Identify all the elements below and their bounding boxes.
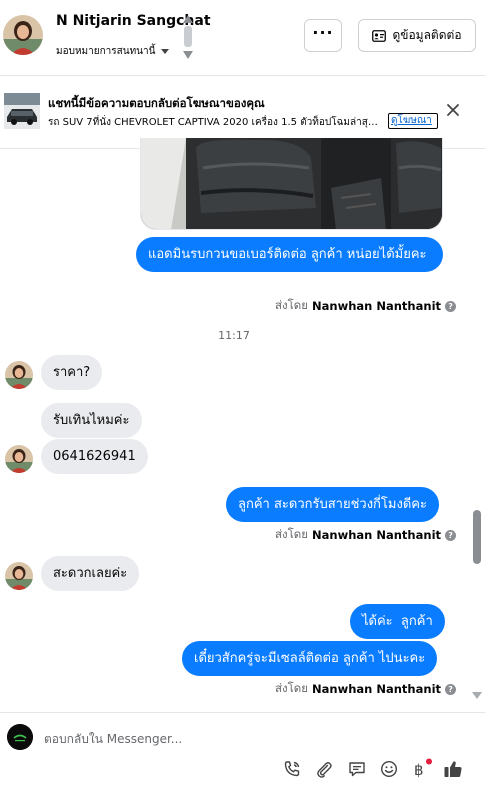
saved-reply-icon	[349, 762, 365, 777]
ad-banner-title: แชทนี้มีข้อความตอบกลับต่อโฆษณาของคุณ	[48, 96, 265, 110]
contact-avatar[interactable]	[5, 445, 33, 473]
call-icon	[284, 761, 300, 777]
more-options-button[interactable]: ···	[304, 19, 342, 52]
contact-avatar[interactable]	[5, 562, 33, 590]
sent-by-prefix: ส่งโดย	[275, 681, 309, 695]
sent-by-prefix: ส่งโดย	[275, 527, 309, 541]
incoming-message[interactable]: ราคา?	[41, 355, 103, 390]
conversation-nav[interactable]	[183, 15, 193, 61]
chevron-up-icon[interactable]	[183, 15, 193, 23]
contact-avatar[interactable]	[5, 361, 33, 389]
chevron-down-icon[interactable]	[183, 51, 193, 59]
sender-name: Nanwhan Nanthanit	[312, 528, 442, 542]
sent-by-label: ส่งโดย Nanwhan Nanthanit ?	[275, 680, 457, 698]
scrollbar-thumb[interactable]	[473, 510, 481, 564]
emoji-button[interactable]	[378, 758, 400, 780]
incoming-message[interactable]: สะดวกเลยค่ะ	[41, 556, 140, 591]
outgoing-message[interactable]: แอดมินรบกวนขอเบอร์ติดต่อ ลูกค้า หน่อยได้…	[136, 237, 443, 272]
message-composer: ฿	[0, 712, 485, 792]
help-icon[interactable]: ?	[445, 300, 457, 312]
sender-name: Nanwhan Nanthanit	[312, 299, 442, 313]
thumbs-up-icon	[444, 761, 462, 777]
image-attachment[interactable]	[140, 138, 443, 230]
sent-by-label: ส่งโดย Nanwhan Nanthanit ?	[275, 526, 457, 544]
ad-description: รถ SUV 7ที่นั่ง CHEVROLET CAPTIVA 2020 เ…	[48, 117, 378, 128]
ad-thumbnail	[4, 93, 40, 129]
view-ad-link[interactable]: ดูโฆษณา	[388, 113, 438, 129]
incoming-message[interactable]: 0641626941	[41, 439, 148, 474]
close-icon[interactable]	[445, 102, 461, 118]
help-icon[interactable]: ?	[445, 683, 457, 695]
page-avatar	[7, 724, 33, 750]
contact-avatar[interactable]	[3, 15, 43, 55]
sender-name: Nanwhan Nanthanit	[312, 682, 442, 696]
reply-input[interactable]	[44, 730, 444, 748]
scrollbar-track[interactable]	[471, 150, 483, 710]
like-button[interactable]	[442, 758, 464, 780]
contact-card-icon	[372, 29, 387, 42]
sent-by-prefix: ส่งโดย	[275, 298, 309, 312]
conversation-header: N Nitjarin Sangchat มอบหมายการสนทนานี้ ·…	[0, 0, 485, 76]
payment-button[interactable]: ฿	[410, 758, 432, 780]
outgoing-message[interactable]: ลูกค้า สะดวกรับสายช่วงกี่โมงดีคะ	[226, 487, 439, 522]
attach-button[interactable]	[313, 758, 335, 780]
assign-conversation-dropdown[interactable]: มอบหมายการสนทนานี้	[56, 44, 170, 59]
outgoing-message[interactable]: ได้ค่ะ ลูกค้า	[350, 604, 445, 639]
saved-replies-button[interactable]	[346, 758, 368, 780]
incoming-message[interactable]: รับเทินไหมค่ะ	[41, 403, 142, 438]
chevron-down-icon	[161, 49, 170, 54]
outgoing-message[interactable]: เดี๋ยวสักครู่จะมีเซลล์ติดต่อ ลูกค้า ไปนะ…	[182, 641, 438, 676]
timestamp: 11:17	[218, 329, 250, 342]
assign-label: มอบหมายการสนทนานี้	[56, 46, 156, 57]
scroll-down-icon[interactable]	[472, 692, 482, 699]
help-icon[interactable]: ?	[445, 529, 457, 541]
view-contact-button[interactable]: ดูข้อมูลติดต่อ	[358, 19, 476, 52]
attachment-icon	[317, 762, 332, 778]
sent-by-label: ส่งโดย Nanwhan Nanthanit ?	[275, 297, 457, 315]
baht-icon: ฿	[414, 758, 432, 779]
view-contact-label: ดูข้อมูลติดต่อ	[392, 28, 462, 42]
nav-divider	[184, 26, 192, 47]
emoji-icon	[380, 760, 398, 778]
svg-text:฿: ฿	[414, 761, 424, 779]
call-button[interactable]	[281, 758, 303, 780]
